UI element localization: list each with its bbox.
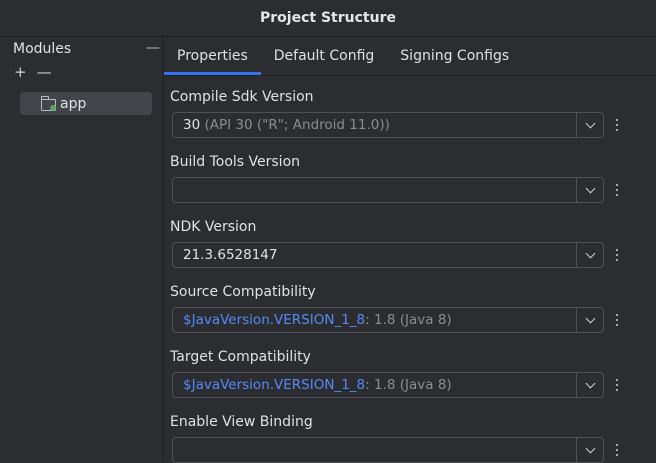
target-compat-hint: : 1.8 (Java 8) [365, 377, 452, 393]
module-folder-icon [40, 95, 58, 111]
more-options-icon[interactable] [612, 178, 622, 202]
more-options-icon[interactable] [612, 438, 622, 462]
more-options-icon[interactable] [612, 243, 622, 267]
tab-properties[interactable]: Properties [164, 37, 261, 75]
module-item-app[interactable]: app [20, 92, 152, 115]
chevron-down-icon[interactable] [576, 308, 603, 332]
modules-toolbar: + — [14, 63, 52, 81]
collapse-icon[interactable]: — [146, 40, 160, 56]
compile-sdk-combo[interactable]: 30 (API 30 ("R"; Android 11.0)) [172, 112, 604, 138]
source-compat-label: Source Compatibility [170, 284, 316, 300]
tab-bar: Properties Default Config Signing Config… [164, 37, 522, 75]
target-compat-label: Target Compatibility [170, 349, 311, 365]
ndk-label: NDK Version [170, 219, 257, 235]
source-compat-hint: : 1.8 (Java 8) [365, 312, 452, 328]
modules-header: Modules [13, 41, 72, 57]
build-tools-combo[interactable] [172, 177, 604, 203]
chevron-down-icon[interactable] [576, 113, 603, 137]
ndk-value: 21.3.6528147 [183, 247, 278, 263]
build-tools-label: Build Tools Version [170, 154, 301, 170]
add-module-icon[interactable]: + [14, 63, 27, 81]
chevron-down-icon[interactable] [576, 373, 603, 397]
view-binding-combo[interactable] [172, 437, 604, 463]
tab-divider [164, 75, 656, 76]
more-options-icon[interactable] [612, 373, 622, 397]
chevron-down-icon[interactable] [576, 178, 603, 202]
chevron-down-icon[interactable] [576, 438, 603, 462]
modules-sidebar: Modules — + — app [0, 37, 164, 461]
ndk-combo[interactable]: 21.3.6528147 [172, 242, 604, 268]
target-compat-value: $JavaVersion.VERSION_1_8 [183, 377, 366, 393]
more-options-icon[interactable] [612, 308, 622, 332]
tab-default-config[interactable]: Default Config [261, 37, 388, 75]
module-item-label: app [60, 95, 87, 112]
compile-sdk-label: Compile Sdk Version [170, 89, 314, 105]
chevron-down-icon[interactable] [576, 243, 603, 267]
source-compat-combo[interactable]: $JavaVersion.VERSION_1_8 : 1.8 (Java 8) [172, 307, 604, 333]
compile-sdk-value: 30 [183, 117, 201, 133]
remove-module-icon[interactable]: — [37, 63, 52, 81]
target-compat-combo[interactable]: $JavaVersion.VERSION_1_8 : 1.8 (Java 8) [172, 372, 604, 398]
window-title: Project Structure [0, 0, 656, 37]
view-binding-label: Enable View Binding [170, 414, 313, 430]
more-options-icon[interactable] [612, 113, 622, 137]
source-compat-value: $JavaVersion.VERSION_1_8 [183, 312, 366, 328]
compile-sdk-hint: (API 30 ("R"; Android 11.0)) [204, 117, 390, 133]
tab-signing-configs[interactable]: Signing Configs [387, 37, 522, 75]
properties-panel: Properties Default Config Signing Config… [164, 37, 656, 463]
